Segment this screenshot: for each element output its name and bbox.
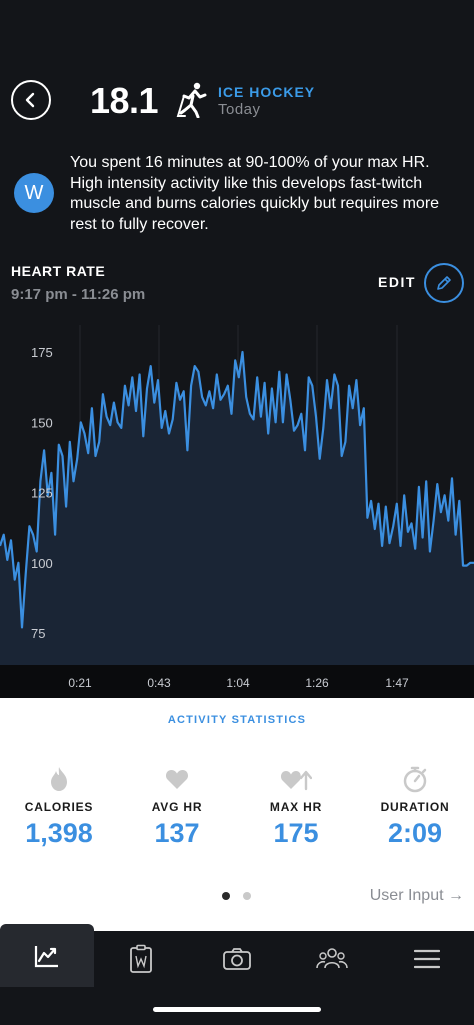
page-dot-active[interactable]	[222, 892, 230, 900]
activity-statistics-panel: ACTIVITY STATISTICS CALORIES 1,398 AVG H…	[0, 698, 474, 931]
heart-rate-time-range: 9:17 pm - 11:26 pm	[11, 286, 146, 303]
x-tick-label: 0:43	[147, 676, 171, 690]
stat-value: 137	[154, 818, 200, 848]
flame-icon	[51, 767, 67, 791]
nav-item-journal[interactable]	[94, 931, 188, 987]
heart-up-arrow-icon	[280, 770, 312, 791]
y-tick-label: 175	[31, 345, 53, 360]
ice-hockey-player-icon	[176, 82, 207, 118]
stat-label: MAX HR	[269, 800, 323, 814]
home-indicator	[153, 1007, 321, 1012]
clipboard-icon	[130, 944, 152, 973]
edit-button[interactable]	[424, 263, 464, 303]
stat-max-hr: MAX HR 175	[237, 764, 355, 849]
nav-item-menu[interactable]	[380, 931, 474, 987]
x-tick-label: 1:26	[305, 676, 329, 690]
team-icon	[316, 948, 348, 969]
trend-chart-icon	[34, 945, 58, 967]
activity-date: Today	[218, 101, 261, 118]
stat-value: 175	[273, 818, 319, 848]
heart-rate-chart: 175 150 125 100 75 0:21 0:43 1:04 1:26 1:47	[0, 325, 474, 698]
stopwatch-icon	[403, 766, 427, 793]
heart-icon	[165, 770, 189, 789]
sport-name: ICE HOCKEY	[218, 84, 316, 100]
user-input-link[interactable]: User Input →	[370, 887, 464, 905]
badge-letter: W	[24, 181, 44, 204]
x-tick-label: 1:47	[385, 676, 409, 690]
y-tick-label: 125	[31, 486, 53, 501]
pencil-icon	[437, 276, 451, 290]
stat-value: 1,398	[25, 818, 93, 848]
nav-item-overview[interactable]	[0, 924, 94, 987]
insight-text: You spent 16 minutes at 90-100% of your …	[70, 154, 440, 233]
stat-label: CALORIES	[24, 800, 94, 814]
stat-value: 2:09	[387, 818, 443, 848]
y-tick-label: 100	[31, 556, 53, 571]
x-tick-label: 1:04	[226, 676, 250, 690]
bottom-nav	[0, 924, 474, 1025]
heart-rate-title: HEART RATE	[11, 263, 106, 279]
menu-icon	[414, 949, 440, 969]
stats-title: ACTIVITY STATISTICS	[167, 714, 307, 726]
edit-label[interactable]: EDIT	[378, 274, 416, 290]
activity-score: 18.1	[90, 80, 159, 121]
stat-label: AVG HR	[151, 800, 203, 814]
back-button[interactable]	[11, 80, 51, 120]
x-tick-label: 0:21	[68, 676, 92, 690]
y-tick-label: 75	[31, 626, 45, 641]
back-arrow-icon	[25, 92, 35, 108]
whoop-badge-icon: W	[14, 173, 54, 213]
y-tick-label: 150	[31, 415, 53, 430]
page-dot[interactable]	[243, 892, 251, 900]
stat-avg-hr: AVG HR 137	[118, 764, 236, 849]
stat-calories: CALORIES 1,398	[0, 764, 118, 849]
stat-label: DURATION	[380, 800, 450, 814]
camera-icon	[223, 948, 251, 970]
nav-item-camera[interactable]	[190, 931, 284, 987]
stat-duration: DURATION 2:09	[356, 764, 474, 849]
page-indicator[interactable]	[222, 892, 251, 900]
nav-item-teams[interactable]	[285, 931, 379, 987]
